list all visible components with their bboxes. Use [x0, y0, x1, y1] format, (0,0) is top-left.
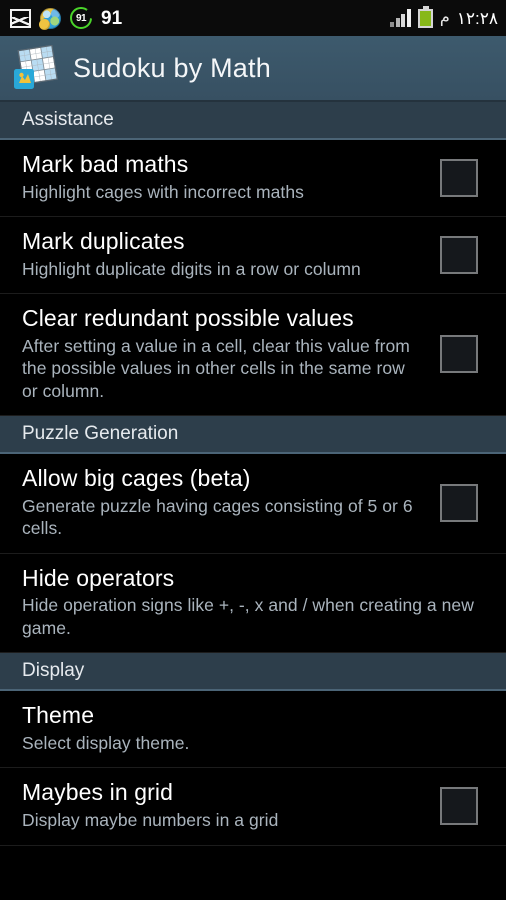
preference-text: Hide operators Hide operation signs like… [22, 564, 486, 640]
action-bar: Sudoku by Math [0, 36, 506, 102]
image-icon [10, 8, 31, 28]
preference-text: Maybes in grid Display maybe numbers in … [22, 780, 424, 831]
preference-title: Allow big cages (beta) [22, 465, 251, 492]
checkbox-mark-duplicates[interactable] [440, 235, 478, 274]
preference-title: Mark duplicates [22, 228, 185, 255]
preference-widget[interactable] [424, 335, 490, 374]
checkbox-mark-bad-maths[interactable] [440, 158, 478, 197]
preference-row-maybes-in-grid[interactable]: Maybes in grid Display maybe numbers in … [0, 768, 506, 846]
preference-row-mark-bad-maths[interactable]: Mark bad maths Highlight cages with inco… [0, 140, 506, 218]
signal-bars-icon [390, 9, 411, 27]
checkbox-clear-redundant-possible-values[interactable] [440, 335, 478, 374]
sudoku-grid-icon [13, 44, 61, 91]
preference-widget[interactable] [424, 158, 490, 197]
preference-widget[interactable] [424, 483, 490, 522]
preference-summary: Generate puzzle having cages consisting … [22, 495, 413, 539]
preference-widget[interactable] [424, 786, 490, 825]
preference-text: Mark duplicates Highlight duplicate digi… [22, 228, 424, 280]
preference-summary: Highlight duplicate digits in a row or c… [22, 258, 361, 279]
browser-globe-icon [39, 7, 61, 30]
preference-row-hide-operators[interactable]: Hide operators Hide operation signs like… [0, 553, 506, 654]
preference-title: Maybes in grid [22, 779, 173, 806]
battery-icon [417, 5, 433, 28]
preference-summary: Highlight cages with incorrect maths [22, 181, 304, 202]
preference-row-clear-redundant-possible-values[interactable]: Clear redundant possible values After se… [0, 294, 506, 417]
checkbox-allow-big-cages[interactable] [440, 483, 478, 522]
preference-widget[interactable] [424, 235, 490, 274]
preference-summary: Hide operation signs like +, -, x and / … [22, 595, 474, 638]
preference-row-allow-big-cages[interactable]: Allow big cages (beta) Generate puzzle h… [0, 454, 506, 554]
preference-row-theme[interactable]: Theme Select display theme. [0, 691, 506, 769]
preference-title: Hide operators [22, 564, 175, 591]
preference-summary: Select display theme. [22, 733, 190, 754]
status-bar-left: 91 91 [10, 7, 390, 30]
battery-percent-icon: 91 [70, 7, 92, 29]
status-bar-right: م ١٢:٢٨ [390, 5, 498, 28]
section-header-puzzle-generation: Puzzle Generation [0, 416, 506, 455]
notification-count: 91 [101, 7, 123, 29]
section-header-display: Display [0, 653, 506, 692]
preference-row-mark-duplicates[interactable]: Mark duplicates Highlight duplicate digi… [0, 217, 506, 295]
preference-title: Theme [22, 702, 95, 729]
preference-text: Allow big cages (beta) Generate puzzle h… [22, 465, 424, 540]
status-bar: 91 91 م ١٢:٢٨ [0, 0, 506, 36]
clock-label: ١٢:٢٨ [456, 8, 498, 28]
app-title: Sudoku by Math [73, 52, 271, 83]
preference-text: Mark bad maths Highlight cages with inco… [22, 151, 424, 203]
preference-title: Mark bad maths [22, 151, 189, 177]
preference-title: Clear redundant possible values [22, 305, 354, 332]
am-pm-label: م [439, 9, 450, 26]
section-header-assistance: Assistance [0, 102, 506, 140]
preference-summary: Display maybe numbers in a grid [22, 810, 279, 831]
preference-list[interactable]: Assistance Mark bad maths Highlight cage… [0, 102, 506, 846]
preference-text: Theme Select display theme. [22, 703, 486, 754]
preference-summary: After setting a value in a cell, clear t… [22, 336, 410, 401]
preference-text: Clear redundant possible values After se… [22, 306, 424, 402]
checkbox-maybes-in-grid[interactable] [440, 786, 478, 825]
